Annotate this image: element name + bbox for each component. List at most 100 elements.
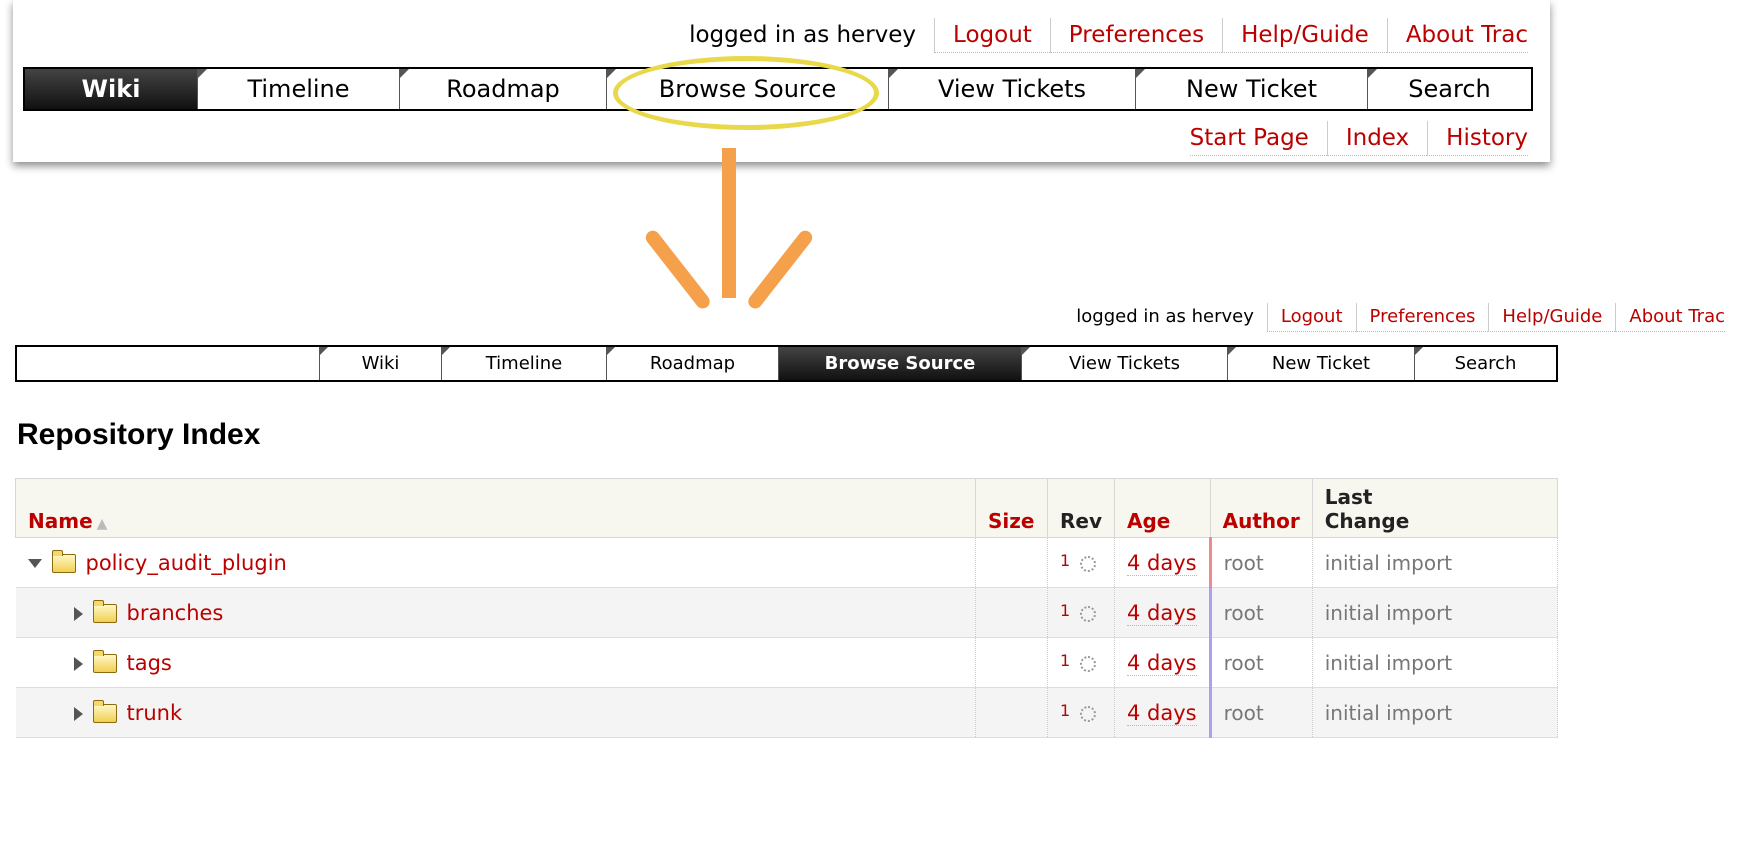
table-row: tags 1 4 days root initial import (15, 637, 1559, 688)
rev-link[interactable]: 1 (1060, 651, 1070, 670)
tab-browse-source[interactable]: Browse Source (606, 69, 888, 109)
col-name-header[interactable]: Name ▲ (15, 478, 976, 538)
expand-triangle-icon[interactable] (73, 606, 83, 621)
author-cell: root (1210, 587, 1313, 638)
context-nav: Start Page Index History (1189, 120, 1528, 156)
tab-corner-icon (1136, 69, 1145, 78)
col-age-header[interactable]: Age (1114, 478, 1211, 538)
folder-link[interactable]: policy_audit_plugin (86, 551, 287, 575)
folder-icon (92, 600, 117, 623)
rev-link[interactable]: 1 (1060, 601, 1070, 620)
author-cell: root (1210, 687, 1313, 738)
tab-corner-icon (607, 69, 616, 78)
changeset-icon[interactable] (1080, 605, 1097, 622)
tab-timeline[interactable]: Timeline (441, 347, 606, 380)
about-trac-link[interactable]: About Trac (1615, 302, 1725, 332)
tab-roadmap[interactable]: Roadmap (606, 347, 778, 380)
tab-corner-icon (320, 347, 328, 355)
folder-link[interactable]: trunk (127, 701, 183, 725)
author-cell: root (1210, 637, 1313, 688)
name-cell: branches (15, 587, 976, 638)
table-row: branches 1 4 days root initial import (15, 587, 1559, 638)
meta-nav-page: logged in as hervey Logout Preferences H… (1076, 302, 1725, 332)
tab-corner-icon (1368, 69, 1377, 78)
folder-link[interactable]: tags (127, 651, 172, 675)
age-cell: 4 days (1114, 587, 1212, 638)
name-cell: trunk (15, 687, 976, 738)
change-cell: initial import (1312, 687, 1559, 738)
tab-corner-icon (1228, 347, 1236, 355)
change-cell: initial import (1312, 537, 1559, 588)
tab-roadmap[interactable]: Roadmap (399, 69, 606, 109)
about-trac-link[interactable]: About Trac (1386, 17, 1528, 53)
folder-icon (51, 550, 76, 573)
sort-asc-icon: ▲ (96, 516, 108, 532)
age-cell: 4 days (1114, 637, 1212, 688)
age-link[interactable]: 4 days (1127, 600, 1197, 626)
logout-link[interactable]: Logout (934, 17, 1050, 53)
age-link[interactable]: 4 days (1127, 650, 1197, 676)
tab-timeline[interactable]: Timeline (197, 69, 399, 109)
col-last-change-header: Last Change (1311, 478, 1559, 538)
page-title: Repository Index (17, 418, 261, 451)
age-link[interactable]: 4 days (1127, 700, 1197, 726)
age-link[interactable]: 4 days (1127, 550, 1197, 576)
preferences-link[interactable]: Preferences (1355, 302, 1489, 332)
help-guide-link[interactable]: Help/Guide (1488, 302, 1616, 332)
tab-corner-icon (1415, 347, 1423, 355)
tab-wiki[interactable]: Wiki (25, 69, 197, 109)
col-rev-header: Rev (1046, 478, 1116, 538)
start-page-link[interactable]: Start Page (1189, 121, 1327, 156)
folder-icon (92, 700, 117, 723)
tab-corner-icon (607, 347, 615, 355)
rev-cell: 1 (1047, 587, 1116, 638)
changeset-icon[interactable] (1080, 705, 1097, 722)
changeset-icon[interactable] (1080, 655, 1097, 672)
rev-cell: 1 (1047, 637, 1116, 688)
size-cell (975, 587, 1048, 638)
table-row: trunk 1 4 days root initial import (15, 687, 1559, 738)
logged-in-label: logged in as hervey (689, 22, 917, 48)
preferences-link[interactable]: Preferences (1049, 17, 1223, 53)
age-cell: 4 days (1114, 687, 1212, 738)
logout-link[interactable]: Logout (1266, 302, 1356, 332)
folder-icon (92, 650, 117, 673)
main-nav: Wiki Timeline Roadmap Browse Source View… (23, 67, 1533, 111)
tab-wiki[interactable]: Wiki (319, 347, 441, 380)
tab-corner-icon (442, 347, 450, 355)
name-cell: policy_audit_plugin (15, 537, 976, 588)
tab-view-tickets[interactable]: View Tickets (1021, 347, 1227, 380)
size-cell (975, 537, 1048, 588)
change-cell: initial import (1312, 637, 1559, 688)
history-link[interactable]: History (1427, 120, 1528, 156)
age-cell: 4 days (1114, 537, 1212, 588)
tab-search[interactable]: Search (1367, 69, 1531, 109)
rev-link[interactable]: 1 (1060, 701, 1070, 720)
tab-browse-source[interactable]: Browse Source (778, 347, 1021, 380)
col-author-header[interactable]: Author (1209, 478, 1313, 538)
folder-link[interactable]: branches (127, 601, 224, 625)
table-row: policy_audit_plugin 1 4 days root initia… (15, 537, 1559, 588)
size-cell (975, 637, 1048, 688)
tab-corner-icon (400, 69, 409, 78)
logged-in-label: logged in as hervey (1076, 306, 1254, 327)
rev-cell: 1 (1047, 687, 1116, 738)
main-nav-page: Wiki Timeline Roadmap Browse Source View… (15, 345, 1558, 382)
rev-link[interactable]: 1 (1060, 551, 1070, 570)
help-guide-link[interactable]: Help/Guide (1222, 17, 1387, 53)
expand-triangle-icon[interactable] (73, 656, 83, 671)
tab-view-tickets[interactable]: View Tickets (888, 69, 1135, 109)
tab-new-ticket[interactable]: New Ticket (1227, 347, 1414, 380)
tab-corner-icon (198, 69, 207, 78)
size-cell (975, 687, 1048, 738)
collapse-triangle-icon[interactable] (27, 559, 42, 568)
tab-corner-icon (889, 69, 898, 78)
index-link[interactable]: Index (1326, 120, 1428, 156)
tab-search[interactable]: Search (1414, 347, 1556, 380)
repository-table: Name ▲ Size Rev Age Author Last Change pol… (15, 478, 1559, 738)
col-size-header[interactable]: Size (975, 478, 1048, 538)
changeset-icon[interactable] (1080, 555, 1097, 572)
tab-new-ticket[interactable]: New Ticket (1135, 69, 1367, 109)
expand-triangle-icon[interactable] (73, 706, 83, 721)
change-cell: initial import (1312, 587, 1559, 638)
